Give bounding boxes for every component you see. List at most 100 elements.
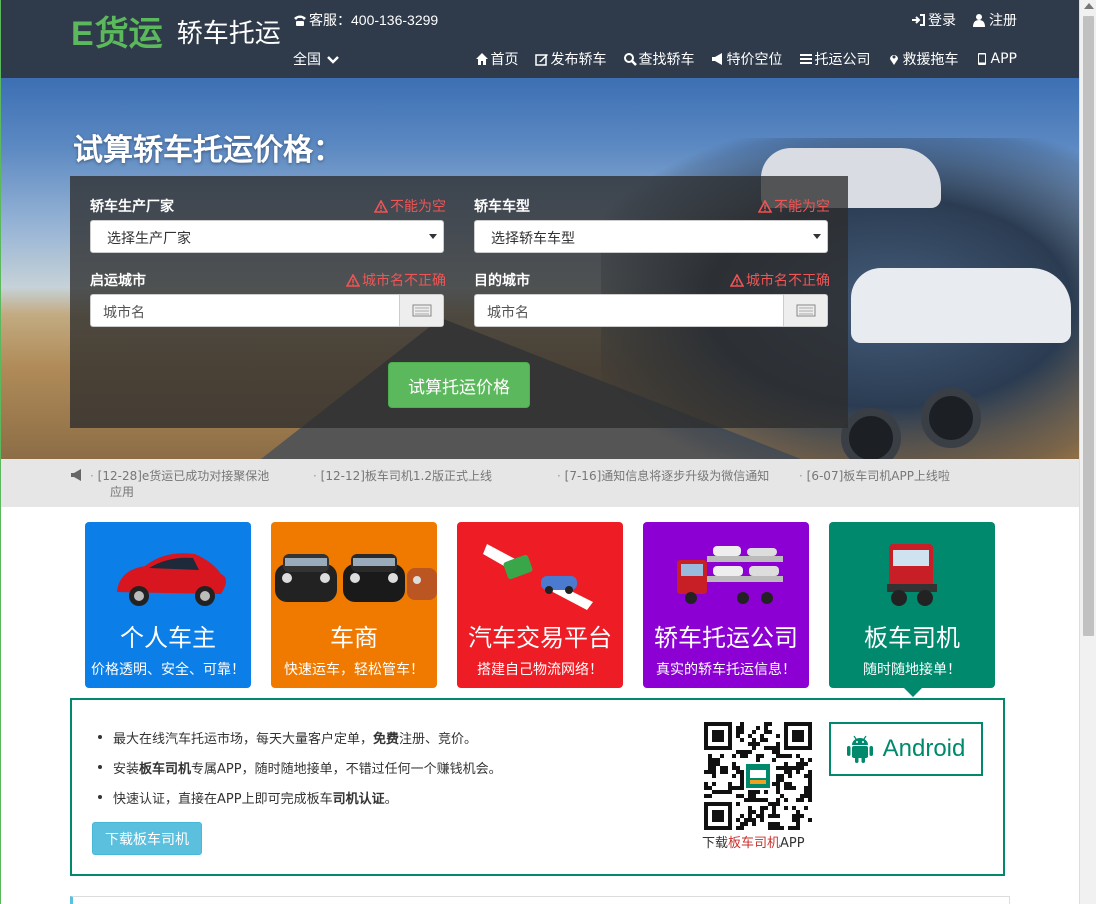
city-picker-button[interactable] (399, 295, 443, 326)
caret-down-icon (813, 234, 821, 239)
vertical-scrollbar[interactable] (1079, 0, 1096, 904)
nav-label: 托运公司 (814, 52, 871, 68)
destination-city-input[interactable]: 城市名 (474, 294, 828, 327)
site-header: E 货运 轿车托运 客服：400-136-3299 全国 登录 注册 首页 发布… (1, 0, 1079, 78)
news-item[interactable]: · [7-16]通知信息将逐步升级为微信通知 (557, 468, 769, 484)
hero-wheel-image (921, 388, 981, 448)
origin-city-input[interactable]: 城市名 (90, 294, 444, 327)
phone-icon (294, 15, 306, 26)
origin-error-text: 城市名不正确 (362, 273, 446, 289)
nav-item-find[interactable]: 查找轿车 (623, 49, 695, 69)
user-icon (973, 14, 985, 27)
login-link[interactable]: 登录 (911, 10, 956, 30)
destination-label: 目的城市 (474, 273, 530, 289)
bullet-dot (98, 765, 102, 769)
model-select-value: 选择轿车车型 (491, 231, 575, 247)
list-icon (799, 54, 812, 64)
bullet-dot (98, 735, 102, 739)
news-item[interactable]: · [6-07]板车司机APP上线啦 (799, 468, 950, 484)
nav-item-specials[interactable]: 特价空位 (711, 49, 783, 69)
card-dealer[interactable]: 车商 快速运车，轻松管车！ (271, 522, 437, 688)
bullet-text: 快速认证，直接在APP上即可完成板车 (113, 792, 333, 807)
logo-e-mark: E (71, 15, 94, 53)
red-truck-image (887, 544, 937, 606)
mobile-icon (977, 53, 986, 65)
card-truck-driver[interactable]: 板车司机 随时随地接单！ (829, 522, 995, 697)
hero-title: 试算轿车托运价格： (73, 133, 343, 168)
card-desc: 真实的轿车托运信息！ (656, 662, 796, 678)
keyboard-icon (412, 304, 432, 317)
main-nav: 首页 发布轿车 查找轿车 特价空位 托运公司 救援拖车 APP (475, 49, 1017, 69)
card-shipping-company[interactable]: 轿车托运公司 真实的轿车托运信息！ (643, 522, 809, 688)
qr-caption-text: 下载 (702, 836, 729, 851)
origin-label: 启运城市 (90, 273, 146, 289)
nav-item-companies[interactable]: 托运公司 (799, 49, 871, 69)
card-private-owner[interactable]: 个人车主 价格透明、安全、可靠！ (85, 522, 251, 688)
qr-caption-text: APP (780, 836, 805, 851)
maker-error: 不能为空 (374, 196, 446, 216)
news-item-text: [12-28]e货运已成功对接聚保池应用 (97, 469, 270, 499)
nav-label: 查找轿车 (638, 52, 695, 68)
list-item: 安装板车司机专属APP，随时随地接单，不错过任何一个赚钱机会。 (96, 758, 502, 788)
card-desc: 搭建自己物流网络！ (477, 662, 603, 678)
card-title: 车商 (330, 624, 378, 652)
keyboard-icon (796, 304, 816, 317)
region-selector[interactable]: 全国 (293, 49, 340, 69)
region-label: 全国 (293, 52, 321, 68)
card-desc: 价格透明、安全、可靠！ (91, 662, 245, 678)
android-label: Android (882, 735, 966, 762)
nav-item-publish[interactable]: 发布轿车 (534, 49, 607, 69)
android-icon (846, 735, 873, 763)
nav-item-app[interactable]: APP (975, 49, 1017, 69)
android-download-button[interactable]: Android (829, 722, 983, 776)
nav-label: APP (990, 51, 1017, 67)
truck-driver-panel: 最大在线汽车托运市场，每天大量客户定单，免费注册、竞价。 安装板车司机专属APP… (70, 698, 1005, 876)
scrollbar-thumb[interactable] (1083, 16, 1094, 636)
calculate-price-button[interactable]: 试算托运价格 (388, 362, 530, 408)
bullet-bold-text: 司机认证 (332, 792, 385, 807)
download-driver-app-button[interactable]: 下载板车司机 (92, 822, 202, 855)
bullet-bold-text: 板车司机 (139, 762, 192, 777)
news-item[interactable]: · [12-12]板车司机1.2版正式上线 (313, 468, 492, 484)
warning-icon (374, 199, 388, 213)
nav-label: 发布轿车 (550, 52, 607, 68)
hero-car-image (851, 268, 1071, 343)
nav-label: 首页 (490, 52, 519, 68)
search-icon (623, 53, 637, 66)
nav-item-rescue[interactable]: 救援拖车 (887, 49, 959, 69)
app-qr-code (704, 722, 812, 830)
car-carrier-truck-image (677, 546, 783, 604)
caret-down-icon (429, 234, 437, 239)
site-logo[interactable]: E 货运 轿车托运 (71, 12, 281, 56)
nav-item-home[interactable]: 首页 (475, 49, 519, 69)
home-icon (475, 53, 488, 65)
city-picker-button[interactable] (783, 295, 827, 326)
origin-city-placeholder: 城市名 (103, 305, 145, 321)
nav-label: 特价空位 (726, 52, 783, 68)
bullet-text: 最大在线汽车托运市场，每天大量客户定单， (113, 732, 374, 747)
card-desc: 快速运车，轻松管车！ (284, 662, 424, 678)
bullet-dot (98, 795, 102, 799)
scroll-up-arrow-icon[interactable] (1084, 3, 1094, 9)
bullhorn-icon (711, 53, 722, 65)
maker-select-value: 选择生产厂家 (107, 231, 191, 247)
hero-banner: 试算轿车托运价格： 轿车生产厂家 不能为空 选择生产厂家 轿车车型 不能为空 选… (1, 78, 1079, 459)
edit-icon (534, 54, 548, 66)
register-link[interactable]: 注册 (972, 10, 1017, 30)
hero-wheel-image (841, 408, 901, 459)
maker-select[interactable]: 选择生产厂家 (90, 220, 444, 253)
news-item[interactable]: · [12-28]e货运已成功对接聚保池应用 (90, 468, 280, 500)
next-section-edge (70, 896, 1010, 904)
model-select[interactable]: 选择轿车车型 (474, 220, 828, 253)
news-ticker: · [12-28]e货运已成功对接聚保池应用 · [12-12]板车司机1.2版… (1, 459, 1079, 507)
model-error: 不能为空 (758, 196, 830, 216)
card-trading-platform[interactable]: 汽车交易平台 搭建自己物流网络！ (457, 522, 623, 688)
destination-city-placeholder: 城市名 (487, 305, 529, 321)
bullet-text: 安装 (113, 762, 140, 777)
active-card-pointer (904, 688, 922, 697)
logo-main-text: 货运 (94, 14, 163, 54)
list-item: 快速认证，直接在APP上即可完成板车司机认证。 (96, 788, 502, 818)
login-label: 登录 (928, 13, 956, 29)
list-item: 最大在线汽车托运市场，每天大量客户定单，免费注册、竞价。 (96, 728, 502, 758)
bullet-text: 专属APP，随时随地接单，不错过任何一个赚钱机会。 (191, 762, 502, 777)
